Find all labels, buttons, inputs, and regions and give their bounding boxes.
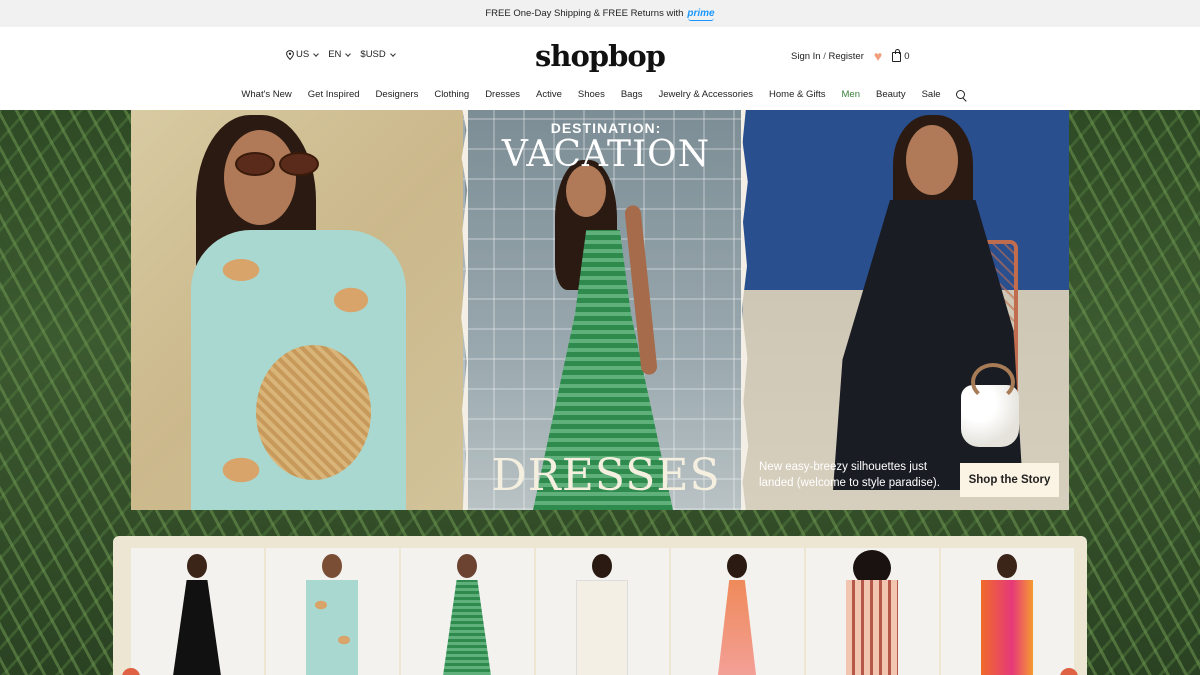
chevron-down-icon [313, 50, 320, 57]
model-head [727, 554, 747, 578]
shopping-bag-icon [892, 49, 902, 62]
nav-item-bags[interactable]: Bags [613, 89, 651, 101]
nav-item-whats-new[interactable]: What's New [233, 89, 299, 101]
model-head [187, 554, 207, 578]
chevron-down-icon [389, 50, 396, 57]
currency-selector[interactable]: $USD [360, 49, 396, 60]
shopbop-logo[interactable]: shopbop [535, 39, 666, 73]
account-separator: / [823, 50, 826, 62]
model-head [322, 554, 342, 578]
hero-photo-left [131, 110, 467, 510]
sign-in-link[interactable]: Sign In [791, 51, 821, 62]
model-head [906, 125, 958, 195]
prime-logo: prime [687, 8, 715, 21]
chevron-down-icon [345, 50, 352, 57]
product-image [576, 580, 628, 675]
nav-item-dresses[interactable]: Dresses [477, 89, 528, 101]
product-image [716, 580, 758, 675]
product-card[interactable] [401, 548, 534, 675]
promo-bar[interactable]: FREE One-Day Shipping & FREE Returns wit… [0, 0, 1200, 27]
nav-item-jewelry-accessories[interactable]: Jewelry & Accessories [651, 89, 762, 101]
beaded-bag [961, 363, 1019, 447]
nav-item-designers[interactable]: Designers [368, 89, 427, 101]
hero-banner[interactable]: DESTINATION: VACATION DRESSES New easy-b… [131, 110, 1069, 510]
register-link[interactable]: Register [829, 51, 864, 62]
product-image [846, 580, 898, 675]
product-image [171, 580, 223, 675]
model-head [457, 554, 477, 578]
sunglasses [235, 152, 319, 176]
model-head [997, 554, 1017, 578]
nav-item-get-inspired[interactable]: Get Inspired [300, 89, 368, 101]
nav-item-clothing[interactable]: Clothing [426, 89, 477, 101]
currency-label: $USD [360, 49, 386, 60]
promo-text: FREE One-Day Shipping & FREE Returns wit… [485, 8, 684, 19]
product-card[interactable] [536, 548, 669, 675]
hero-headline: DESTINATION: VACATION [463, 120, 749, 175]
country-selector[interactable]: US [286, 49, 320, 60]
product-card[interactable] [806, 548, 939, 675]
straw-clutch [256, 345, 371, 480]
hero-photo-right [743, 110, 1069, 510]
nav-item-beauty[interactable]: Beauty [868, 89, 914, 101]
product-image [306, 580, 358, 675]
account-links: Sign In / Register [791, 51, 864, 62]
product-card[interactable] [266, 548, 399, 675]
shopping-bag-button[interactable]: 0 [892, 49, 910, 62]
hero-title-bottom: DRESSES [491, 450, 721, 501]
nav-item-shoes[interactable]: Shoes [570, 89, 613, 101]
nav-item-home-gifts[interactable]: Home & Gifts [761, 89, 834, 101]
account-area: Sign In / Register ♥ 0 [791, 49, 909, 63]
product-card[interactable] [941, 548, 1074, 675]
logo-container: shopbop [0, 39, 1200, 73]
product-card[interactable] [671, 548, 804, 675]
nav-item-sale[interactable]: Sale [914, 89, 949, 101]
product-card[interactable] [131, 548, 264, 675]
country-label: US [296, 49, 310, 60]
hero-tagline: New easy-breezy silhouettes just landed … [759, 461, 940, 489]
bag-count: 0 [904, 50, 910, 62]
language-selector[interactable]: EN [328, 49, 352, 60]
language-label: EN [328, 49, 342, 60]
nav-item-active[interactable]: Active [528, 89, 570, 101]
product-image [981, 580, 1033, 675]
locale-selector: US EN $USD [286, 49, 396, 60]
heart-icon[interactable]: ♥ [874, 49, 882, 63]
product-image [441, 580, 493, 675]
site-header: US EN $USD shopbop Sign In / Register ♥ … [0, 27, 1200, 110]
product-thumbnails [131, 548, 1074, 675]
nav-item-men[interactable]: Men [834, 89, 868, 101]
model-head [224, 130, 296, 225]
model-head [592, 554, 612, 578]
location-pin-icon [286, 49, 294, 60]
hero-title-top: VACATION [501, 134, 711, 175]
search-icon[interactable] [955, 90, 967, 101]
shop-the-story-button[interactable]: Shop the Story [960, 463, 1059, 497]
main-nav: What's New Get Inspired Designers Clothi… [0, 89, 1200, 101]
